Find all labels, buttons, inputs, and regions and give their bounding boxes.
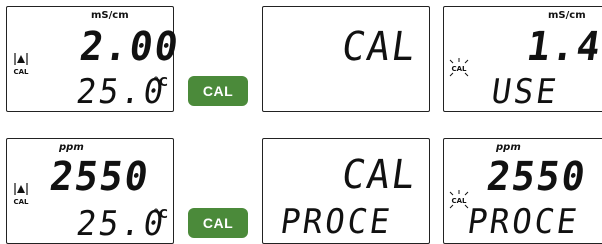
main-reading: 2.00 [76,24,183,70]
lcd-panel-measure-tds: ppm 2550 CAL 25.0 °C [6,138,174,244]
main-reading: 2550 [483,154,590,200]
cal-indicator: CAL [13,68,29,76]
cal-button[interactable]: CAL [188,76,248,106]
cal-indicator: CAL [13,198,29,206]
unit-label: ppm [496,142,521,153]
lcd-panel-cal-use-standard: mS/cm 1.41 CAL USE [443,6,602,112]
lcd-panel-cal-process: CAL PROCE [262,138,430,244]
unit-label: ppm [59,142,84,153]
temperature-unit: °C [153,75,168,89]
unit-label: mS/cm [91,10,129,21]
status-message: PROCE [277,202,395,242]
unit-label: mS/cm [548,10,586,21]
main-reading: CAL [338,152,420,198]
main-reading: CAL [338,24,420,70]
lcd-panel-measure-conductivity: mS/cm 2.00 CAL 25.0 °C [6,6,183,112]
main-reading: 2550 [46,154,153,200]
stabilize-triangle-icon [14,183,28,195]
temperature-unit: °C [153,207,168,221]
lcd-panel-cal-process-reading: ppm 2550 CAL PROCE [443,138,602,244]
cal-indicator: CAL [451,65,467,73]
cal-indicator: CAL [451,197,467,205]
status-message: USE [488,72,562,112]
stabilize-triangle-icon [14,53,28,65]
main-reading: 1.41 [523,24,602,70]
status-message: PROCE [464,202,582,242]
lcd-panel-cal-mode: CAL [262,6,430,112]
cal-button[interactable]: CAL [188,208,248,238]
